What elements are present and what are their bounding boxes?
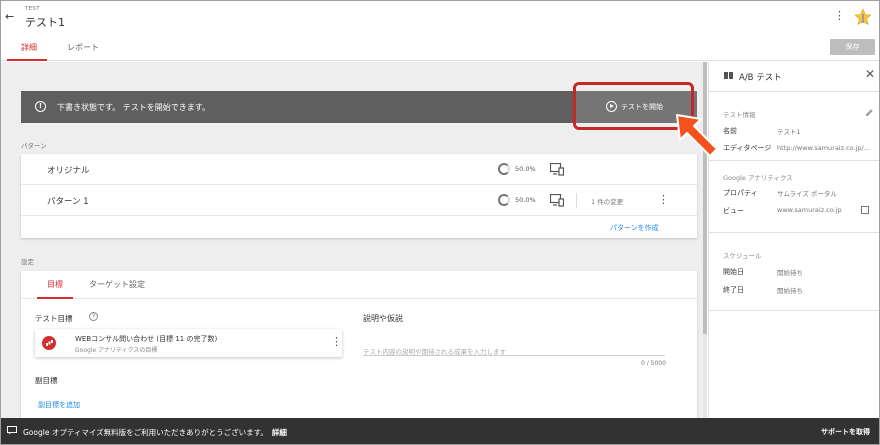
breadcrumb: TEST	[25, 6, 40, 12]
device-preview-icon[interactable]	[550, 194, 564, 207]
settings-subtabs: 目標 ターゲット設定	[21, 271, 697, 299]
property-value: サムライズ ポータル	[777, 190, 837, 198]
end-date-key: 終了日	[723, 286, 744, 294]
analytics-label: Google アナリティクス	[723, 174, 793, 182]
goal-label: テスト目標	[35, 314, 73, 323]
more-vert-icon[interactable]: ⋮	[658, 193, 669, 206]
footer-bar: Google オプティマイズ無料版をご利用いただきありがとうございます。 詳細 サ…	[1, 418, 879, 444]
schedule-label: スケジュール	[723, 252, 762, 260]
settings-card: 目標 ターゲット設定 テスト目標 ? WEBコンサル問い合わせ (目標 11 の…	[21, 271, 697, 418]
footer-message: Google オプティマイズ無料版をご利用いただきありがとうございます。 詳細	[23, 427, 287, 438]
settings-section-label: 設定	[21, 258, 34, 266]
property-key: プロパティ	[723, 189, 758, 197]
goal-item[interactable]: WEBコンサル問い合わせ (目標 11 の完了数) Google アナリティクス…	[35, 329, 342, 357]
active-tab-indicator	[7, 59, 47, 61]
footer-message-text: Google オプティマイズ無料版をご利用いただきありがとうございます。	[23, 428, 268, 437]
panel-title: A/B テスト	[739, 73, 782, 83]
help-icon[interactable]: ?	[89, 312, 98, 321]
divider	[709, 310, 879, 311]
description-input[interactable]: テスト内容の説明や期待される成果を入力します	[363, 346, 665, 356]
weight-pie-icon[interactable]	[498, 194, 510, 206]
info-icon: !	[35, 101, 46, 112]
patterns-card: オリジナル 50.0% パターン 1 50.0% 1 件の変更 ⋮ パターンを作…	[21, 154, 697, 238]
description-char-count: 0 / 5000	[641, 360, 666, 367]
divider	[576, 193, 577, 208]
divider	[709, 91, 879, 92]
back-arrow-icon[interactable]: ←	[5, 10, 14, 23]
save-button[interactable]: 保存	[830, 39, 875, 55]
description-label: 説明や仮説	[363, 314, 403, 323]
name-value: テスト1	[777, 128, 801, 136]
subtab-targeting[interactable]: ターゲット設定	[89, 279, 145, 290]
divider	[709, 232, 879, 233]
secondary-goal-label: 副目標	[35, 376, 58, 385]
start-date-value: 開始待ち	[777, 269, 803, 277]
create-pattern-link[interactable]: パターンを作成	[610, 223, 659, 233]
tab-report[interactable]: レポート	[67, 42, 99, 53]
active-subtab-indicator	[37, 297, 73, 299]
pattern-name: パターン 1	[47, 197, 89, 207]
start-date-key: 開始日	[723, 268, 744, 276]
editor-page-key: エディタページ	[723, 144, 772, 152]
view-key: ビュー	[723, 207, 744, 215]
end-date-value: 開始待ち	[777, 287, 803, 295]
main-tabs: 詳細 レポート 保存	[1, 33, 879, 61]
analytics-goal-icon	[42, 336, 56, 350]
banner-message: 下書き状態です。 テストを開始できます。	[57, 103, 210, 112]
edit-pencil-icon[interactable]	[865, 108, 874, 117]
editor-page-value: http://www.samuraiz.co.jp/...	[777, 144, 870, 152]
pointer-arrow-icon	[676, 114, 718, 157]
message-icon	[7, 426, 17, 435]
add-secondary-goal-link[interactable]: 副目標を追加	[38, 400, 80, 410]
ab-test-icon	[724, 72, 733, 79]
more-vert-icon[interactable]: ⋮	[834, 9, 845, 22]
details-panel: A/B テスト ✕ テスト情報 名前 テスト1 エディタページ http://w…	[708, 62, 879, 418]
app-header: ← TEST テスト1 ⋮	[1, 1, 879, 33]
patterns-section-label: パターン	[21, 142, 47, 150]
goal-title: WEBコンサル問い合わせ (目標 11 の完了数)	[75, 335, 218, 343]
open-in-new-icon[interactable]	[861, 206, 869, 214]
tab-details[interactable]: 詳細	[21, 42, 37, 53]
close-icon[interactable]: ✕	[865, 67, 875, 81]
weight-pie-icon[interactable]	[498, 163, 510, 175]
pattern-weight: 50.0%	[515, 196, 536, 204]
divider	[709, 160, 879, 161]
change-count[interactable]: 1 件の変更	[591, 196, 623, 206]
device-preview-icon[interactable]	[550, 163, 564, 176]
footer-details-link[interactable]: 詳細	[272, 428, 287, 437]
scrollbar-thumb[interactable]	[703, 62, 707, 334]
goal-subtitle: Google アナリティクスの目標	[75, 347, 158, 354]
optimize-logo-icon[interactable]	[854, 8, 872, 26]
pattern-row-variant-1[interactable]: パターン 1 50.0% 1 件の変更 ⋮	[21, 185, 697, 216]
pattern-name: オリジナル	[47, 166, 90, 176]
view-value: www.samuraiz.co.jp	[777, 206, 842, 214]
get-support-link[interactable]: サポートを取得	[821, 427, 870, 437]
subtab-goals[interactable]: 目標	[47, 279, 63, 290]
page-title: テスト1	[25, 16, 65, 29]
pattern-row-original[interactable]: オリジナル 50.0%	[21, 154, 697, 185]
app-window: ← TEST テスト1 ⋮ 詳細 レポート 保存 ! 下書き状態です。 テストを…	[0, 0, 880, 445]
pattern-weight: 50.0%	[515, 165, 536, 173]
more-vert-icon[interactable]: ⋮	[331, 335, 342, 348]
